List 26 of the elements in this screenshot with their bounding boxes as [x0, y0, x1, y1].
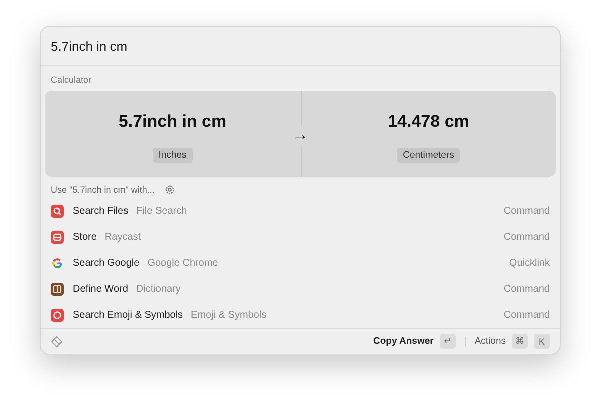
- book-icon: [51, 282, 64, 296]
- settings-icon[interactable]: [164, 185, 175, 195]
- logo-icon: [51, 336, 63, 348]
- result-row[interactable]: Store Raycast Command: [41, 224, 560, 250]
- key-hint: K: [534, 334, 550, 349]
- result-row[interactable]: Search Emoji & Symbols Emoji & Symbols Command: [41, 302, 560, 328]
- result-row[interactable]: Search Google Google Chrome Quicklink: [41, 250, 560, 276]
- unit-label: Inches: [152, 148, 193, 162]
- result-row[interactable]: Define Word Dictionary Command: [41, 276, 560, 302]
- store-icon: [51, 230, 64, 244]
- expression-text: 5.7inch in cm: [118, 112, 227, 132]
- copy-answer-button[interactable]: Copy Answer: [373, 336, 434, 347]
- unit-label: Centimeters: [397, 148, 460, 162]
- search-field[interactable]: 5.7inch in cm: [51, 38, 550, 54]
- result-row[interactable]: Search Files File Search Command: [41, 198, 560, 224]
- result-text: 14.478 cm: [388, 112, 470, 132]
- section-title: Calculator: [50, 74, 93, 87]
- fallback-title: Use "5.7inch in cm" with...: [51, 185, 155, 195]
- arrow-glyph: →: [292, 125, 308, 148]
- key-hint: ⌘: [512, 334, 528, 349]
- key-hint: ↵: [440, 334, 456, 349]
- google-icon: [51, 256, 64, 270]
- search-icon: [51, 204, 64, 218]
- calculator-card[interactable]: 5.7inch in cm Inches 14.478 cm Centimeters →: [45, 91, 556, 177]
- emoji-icon: [51, 308, 64, 322]
- actions-button[interactable]: Actions: [474, 336, 506, 347]
